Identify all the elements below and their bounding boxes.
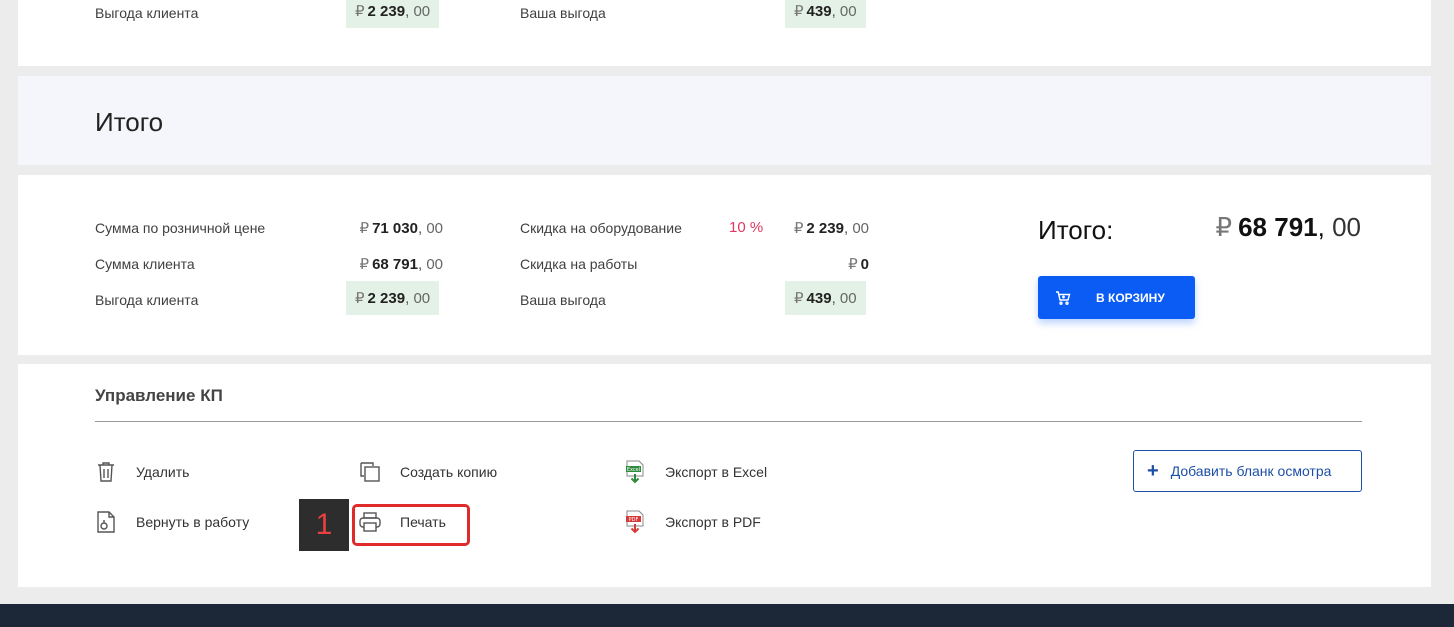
retail-sum-value: ₽71 030, 00 bbox=[359, 220, 443, 237]
add-to-cart-label: В КОРЗИНУ bbox=[1096, 290, 1165, 305]
works-discount-value: ₽0 bbox=[848, 256, 869, 273]
excel-file-icon: Excel bbox=[624, 460, 646, 484]
proposal-management-card: Управление КП Удалить Вернуть в работу С… bbox=[18, 364, 1431, 587]
add-inspection-label: Добавить бланк осмотра bbox=[1170, 463, 1332, 479]
export-excel-label: Экспорт в Excel bbox=[665, 464, 768, 480]
return-to-work-action[interactable]: Вернуть в работу bbox=[95, 510, 249, 534]
export-pdf-action[interactable]: PDF Экспорт в PDF bbox=[624, 510, 761, 534]
document-return-icon bbox=[95, 510, 117, 534]
export-pdf-label: Экспорт в PDF bbox=[665, 514, 761, 530]
divider bbox=[95, 421, 1362, 422]
svg-text:PDF: PDF bbox=[629, 517, 639, 523]
totals-section-header: Итого bbox=[18, 76, 1431, 165]
your-benefit-value: ₽439, 00 bbox=[785, 281, 866, 315]
section-title: Итого bbox=[95, 107, 164, 137]
add-to-cart-button[interactable]: В КОРЗИНУ bbox=[1038, 276, 1195, 319]
works-discount-label: Скидка на работы bbox=[520, 256, 638, 272]
delete-action[interactable]: Удалить bbox=[95, 460, 189, 484]
client-benefit-value: ₽2 239, 00 bbox=[346, 0, 440, 28]
your-benefit-label: Ваша выгода bbox=[520, 292, 606, 308]
manage-title: Управление КП bbox=[95, 386, 223, 405]
print-highlight-frame bbox=[352, 504, 470, 546]
benefit-summary-card: Выгода клиента ₽2 239, 00 Ваша выгода ₽4… bbox=[18, 0, 1431, 66]
return-to-work-label: Вернуть в работу bbox=[136, 514, 250, 530]
copy-icon bbox=[359, 460, 381, 484]
svg-text:Excel: Excel bbox=[627, 467, 640, 473]
trash-icon bbox=[95, 460, 117, 484]
totals-card: Сумма по розничной цене ₽71 030, 00 Сумм… bbox=[18, 175, 1431, 355]
page-footer bbox=[0, 604, 1454, 627]
your-benefit-value: ₽439, 00 bbox=[785, 0, 866, 28]
client-sum-label: Сумма клиента bbox=[95, 256, 195, 272]
create-copy-label: Создать копию bbox=[400, 464, 498, 480]
grand-total-value: ₽68 791, 00 bbox=[1215, 212, 1361, 242]
client-benefit-label: Выгода клиента bbox=[95, 292, 199, 308]
add-inspection-form-button[interactable]: + Добавить бланк осмотра bbox=[1133, 450, 1362, 492]
client-sum-value: ₽68 791, 00 bbox=[359, 256, 443, 273]
equipment-discount-percent: 10 % bbox=[729, 219, 764, 236]
client-benefit-value: ₽2 239, 00 bbox=[346, 281, 440, 315]
equipment-discount-label: Скидка на оборудование bbox=[520, 220, 682, 236]
pdf-file-icon: PDF bbox=[624, 510, 646, 534]
retail-sum-label: Сумма по розничной цене bbox=[95, 220, 266, 236]
create-copy-action[interactable]: Создать копию bbox=[359, 460, 497, 484]
delete-label: Удалить bbox=[136, 464, 190, 480]
client-benefit-label: Выгода клиента bbox=[95, 5, 199, 21]
grand-total-label: Итого: bbox=[1038, 215, 1114, 245]
your-benefit-label: Ваша выгода bbox=[520, 5, 606, 21]
cart-icon bbox=[1055, 290, 1071, 306]
plus-icon: + bbox=[1147, 460, 1159, 482]
export-excel-action[interactable]: Excel Экспорт в Excel bbox=[624, 460, 767, 484]
equipment-discount-value: ₽2 239, 00 bbox=[793, 220, 869, 237]
step-badge: 1 bbox=[299, 499, 349, 551]
